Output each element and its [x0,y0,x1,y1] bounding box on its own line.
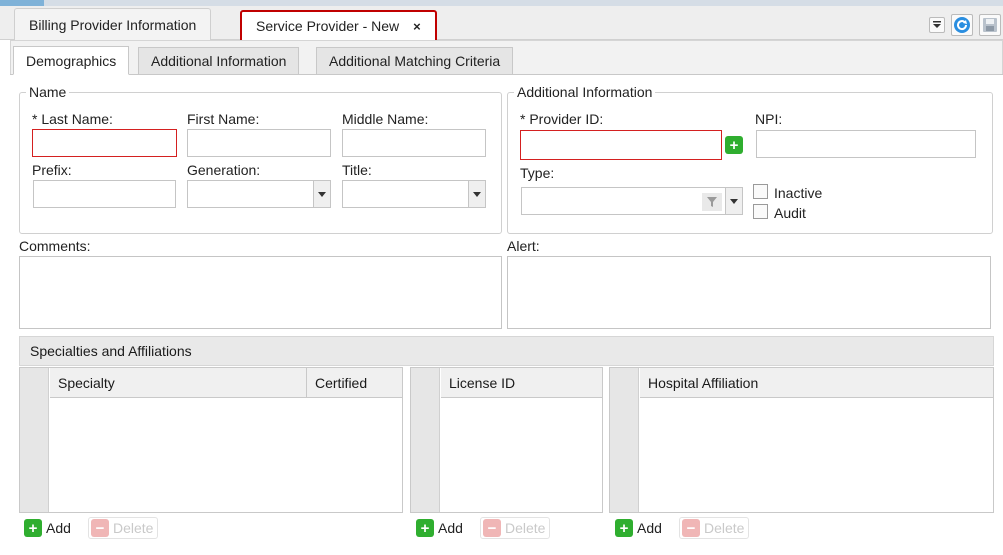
hospital-affiliation-grid[interactable]: Hospital Affiliation [609,367,994,513]
middle-name-input[interactable] [342,129,486,157]
title-label: Title: [342,162,372,178]
doctab-label: Billing Provider Information [29,16,197,33]
close-icon[interactable]: × [413,19,421,34]
license-add-button[interactable]: + Add [416,519,463,537]
hospital-add-button[interactable]: + Add [615,519,662,537]
minus-icon: − [682,519,700,537]
comments-textarea[interactable] [19,256,502,329]
add-provider-id-icon[interactable]: + [725,136,743,154]
npi-input[interactable] [756,130,976,158]
license-grid[interactable]: License ID [410,367,603,513]
provider-id-input[interactable] [520,130,722,160]
doctab-label: Service Provider - New [256,18,400,34]
npi-label: NPI: [755,111,783,127]
prefix-label: Prefix: [32,162,72,178]
chevron-down-icon[interactable] [468,181,485,207]
row-gutter [411,368,440,512]
row-gutter [610,368,639,512]
license-header-label: License ID [449,374,516,391]
delete-label: Delete [704,520,745,536]
last-name-input[interactable] [32,129,177,157]
chevron-down-icon[interactable] [725,188,742,214]
type-select[interactable] [521,187,743,215]
specialties-title: Specialties and Affiliations [30,343,192,359]
inactive-label: Inactive [774,185,823,201]
minus-icon: − [91,519,109,537]
plus-icon: + [615,519,633,537]
tab-label: Additional Matching Criteria [329,53,501,69]
doctab-billing-provider[interactable]: Billing Provider Information [14,8,212,40]
chevron-down-icon[interactable] [313,181,330,207]
tab-additional-matching-criteria[interactable]: Additional Matching Criteria [316,47,514,74]
last-name-label: * Last Name: [32,111,113,127]
license-id-column-header[interactable]: License ID [441,368,602,398]
additional-information-legend: Additional Information [517,84,653,100]
generation-select[interactable] [187,180,331,208]
tab-label: Demographics [26,52,117,69]
title-select[interactable] [342,180,486,208]
row-gutter [20,368,49,512]
specialty-delete-button[interactable]: − Delete [88,517,159,539]
first-name-label: First Name: [187,111,260,127]
specialties-section-header: Specialties and Affiliations [19,336,994,366]
alert-textarea[interactable] [507,256,991,329]
tab-label: Additional Information [151,53,287,69]
refresh-icon[interactable] [951,14,973,36]
name-group-legend: Name [29,84,67,100]
hospital-header-label: Hospital Affiliation [648,374,759,391]
delete-label: Delete [113,520,154,536]
specialty-add-button[interactable]: + Add [24,519,71,537]
specialty-header-label: Specialty [58,374,115,391]
generation-label: Generation: [187,162,261,178]
audit-label: Audit [774,205,806,221]
add-label: Add [438,520,463,536]
filter-icon[interactable] [702,193,722,211]
delete-label: Delete [505,520,546,536]
add-label: Add [46,520,71,536]
save-icon[interactable] [979,14,1001,36]
middle-name-label: Middle Name: [342,111,429,127]
license-delete-button[interactable]: − Delete [480,517,551,539]
doctab-service-provider[interactable]: Service Provider - New × [240,10,437,42]
type-label: Type: [520,165,555,181]
inactive-checkbox[interactable] [753,184,768,199]
hospital-affiliation-column-header[interactable]: Hospital Affiliation [640,368,993,398]
certified-header-label: Certified [315,374,368,391]
provider-id-label: * Provider ID: [520,111,604,127]
minus-icon: − [483,519,501,537]
plus-icon: + [416,519,434,537]
specialty-grid[interactable]: Specialty Certified [19,367,403,513]
comments-label: Comments: [19,238,91,254]
tab-additional-information[interactable]: Additional Information [138,47,300,74]
hospital-delete-button[interactable]: − Delete [679,517,750,539]
audit-checkbox[interactable] [753,204,768,219]
tab-demographics[interactable]: Demographics [13,46,130,75]
toolbar [929,12,1003,38]
dropdown-menu-icon[interactable] [929,17,945,33]
certified-column-header[interactable]: Certified [306,368,402,398]
plus-icon: + [24,519,42,537]
prefix-input[interactable] [33,180,176,208]
specialty-column-header[interactable]: Specialty [50,368,306,398]
add-label: Add [637,520,662,536]
first-name-input[interactable] [187,129,331,157]
name-group: Name [19,84,502,234]
alert-label: Alert: [507,238,540,254]
